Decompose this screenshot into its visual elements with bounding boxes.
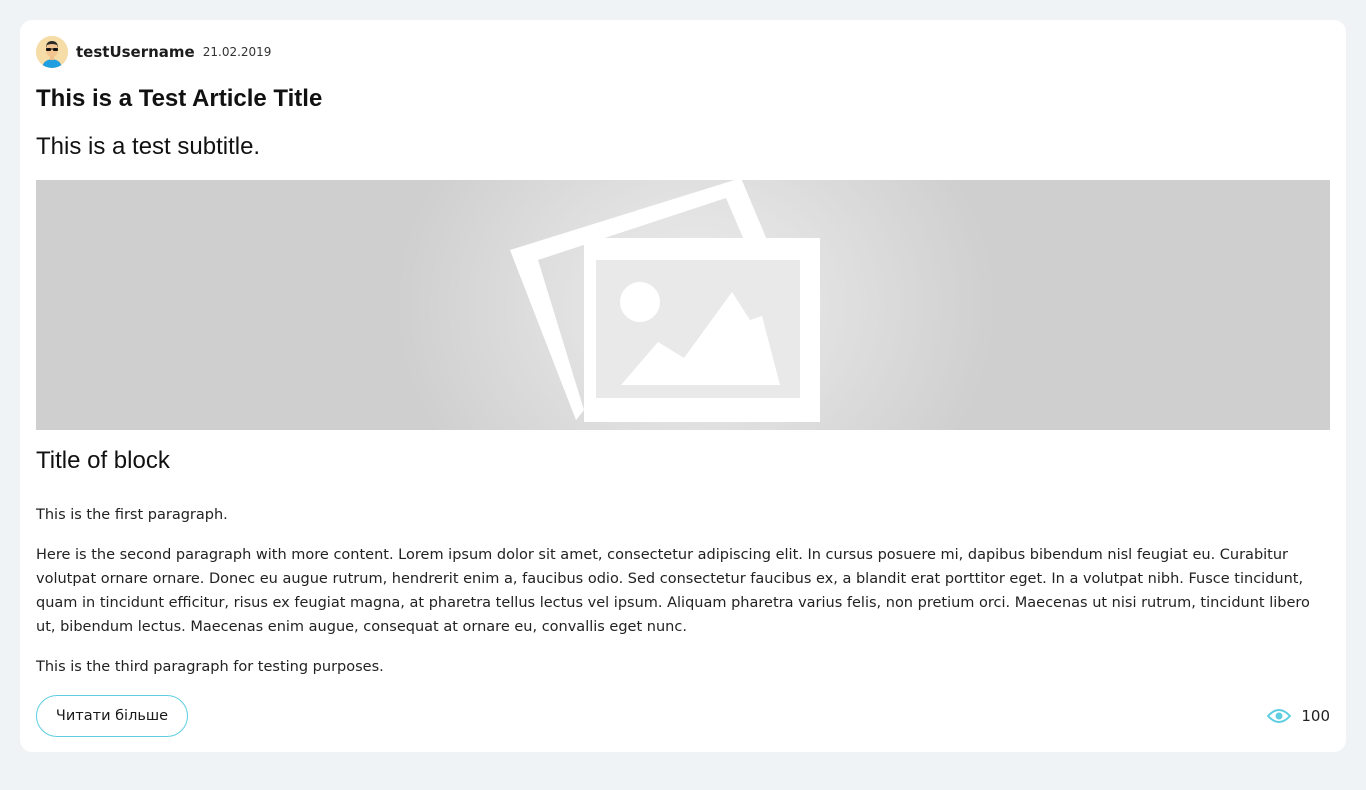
article-title: This is a Test Article Title	[36, 85, 323, 112]
views-counter: 100	[1267, 705, 1330, 727]
avatar-icon	[36, 36, 68, 68]
article-card: testUsername 21.02.2019 This is a Test A…	[20, 20, 1346, 752]
author-username[interactable]: testUsername	[76, 43, 195, 61]
article-body: This is the first paragraph. Here is the…	[36, 503, 1330, 695]
eye-icon	[1267, 709, 1292, 723]
article-subtitle: This is a test subtitle.	[36, 133, 261, 160]
publish-date: 21.02.2019	[202, 45, 272, 59]
avatar[interactable]	[36, 36, 68, 68]
block-title: Title of block	[36, 447, 170, 474]
paragraph-1: This is the first paragraph.	[36, 507, 228, 523]
author-info: testUsername 21.02.2019	[36, 36, 271, 68]
paragraph-2: Here is the second paragraph with more c…	[36, 547, 1310, 635]
read-more-button[interactable]: Читати більше	[36, 695, 188, 737]
image-placeholder-icon	[510, 180, 820, 422]
article-image	[36, 180, 1330, 430]
paragraph-3: This is the third paragraph for testing …	[36, 659, 384, 675]
views-count: 100	[1301, 707, 1330, 725]
